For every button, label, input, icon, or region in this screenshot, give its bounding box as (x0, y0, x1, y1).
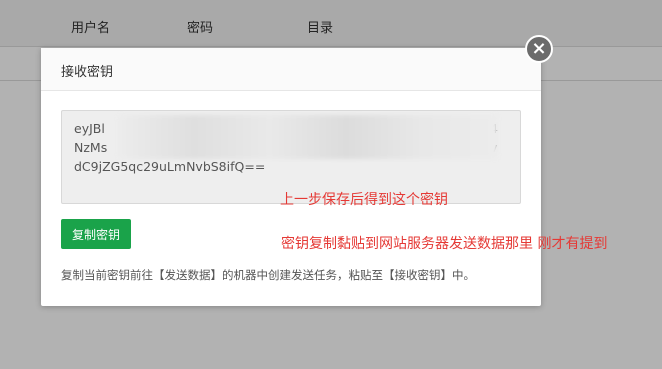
annotation-key-origin: 上一步保存后得到这个密钥 (280, 192, 448, 208)
close-icon[interactable]: × (525, 35, 553, 63)
dialog-title: 接收密钥 (61, 65, 114, 80)
redaction-blur (118, 115, 498, 159)
dialog-hint-text: 复制当前密钥前往【发送数据】的机器中创建发送任务，粘贴至【接收密钥】中。 (61, 268, 475, 282)
key-line-3: dC9jZG5qc29uLmNvbS8ifQ== (74, 159, 266, 174)
annotation-paste-instruction: 密钥复制黏贴到网站服务器发送数据那里 刚才有提到 (281, 236, 608, 252)
receive-key-dialog: 接收密钥 eyJBl4 NzMsv dC9jZG5qc29uLmNvbS8ifQ… (41, 48, 541, 306)
dialog-header: 接收密钥 (41, 48, 541, 91)
copy-key-button[interactable]: 复制密钥 (61, 219, 131, 249)
